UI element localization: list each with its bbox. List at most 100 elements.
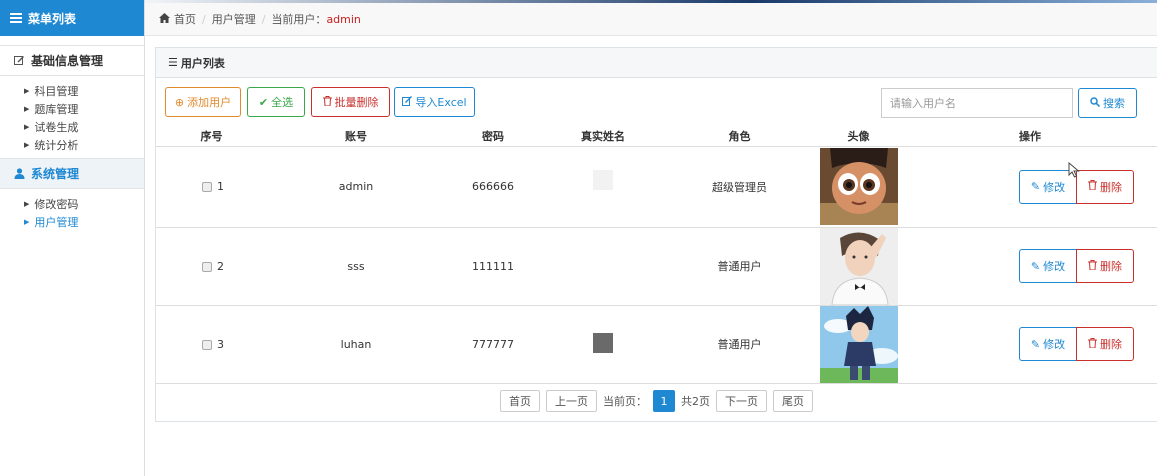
sidebar-list-system: ▶ 修改密码 ▶ 用户管理 (0, 189, 144, 235)
password-cell: 777777 (445, 305, 541, 384)
row-checkbox[interactable] (202, 261, 212, 272)
sidebar-item-label: 用户管理 (34, 216, 79, 229)
user-table: 序号 账号 密码 真实姓名 角色 头像 操作 1 admin 666666 超级… (156, 126, 1157, 384)
edit-icon (13, 55, 25, 66)
row-checkbox[interactable] (202, 339, 212, 350)
sidebar-item-label: 试卷生成 (34, 121, 79, 134)
next-page-button[interactable]: 下一页 (716, 390, 767, 412)
sidebar-item-user-management[interactable]: ▶ 用户管理 (24, 213, 144, 231)
sidebar-title: 菜单列表 (28, 11, 77, 26)
column-header-number: 序号 (156, 126, 267, 147)
sidebar-item-label: 修改密码 (34, 198, 79, 211)
check-icon: ✔ (258, 95, 269, 109)
add-user-button[interactable]: ⊕ 添加用户 (165, 87, 241, 117)
row-number-cell: 1 (156, 146, 267, 228)
sidebar-group-basic-info[interactable]: 基础信息管理 (0, 45, 144, 76)
last-page-button[interactable]: 尾页 (773, 390, 813, 412)
breadcrumb: 首页 / 用户管理 / 当前用户： admin (145, 3, 1157, 36)
sidebar-item-statistics[interactable]: ▶ 统计分析 (24, 136, 144, 154)
username-search-input[interactable]: 请输入用户名 (881, 88, 1073, 118)
select-all-button[interactable]: ✔ 全选 (247, 87, 305, 117)
sidebar-group-label: 基础信息管理 (31, 54, 104, 68)
edit-label: 修改 (1043, 180, 1066, 194)
row-number-cell: 2 (156, 227, 267, 306)
table-row: 2 sss 111111 普通用户 ✎ 修改 删除 (156, 227, 1157, 306)
actions-cell: ✎ 修改 删除 (903, 305, 1157, 384)
delete-button[interactable]: 删除 (1076, 169, 1134, 204)
list-icon: ☰ (168, 56, 178, 69)
sidebar-item-change-password[interactable]: ▶ 修改密码 (24, 195, 144, 213)
trash-icon (322, 95, 332, 109)
add-user-label: 添加用户 (187, 96, 232, 109)
first-page-button[interactable]: 首页 (500, 390, 540, 412)
breadcrumb-current-prefix: 当前用户： (271, 13, 327, 26)
sidebar-item-question-bank[interactable]: ▶ 题库管理 (24, 100, 144, 118)
batch-delete-label: 批量删除 (334, 96, 379, 109)
import-excel-button[interactable]: 导入Excel (394, 87, 475, 117)
trash-icon (1088, 337, 1097, 351)
current-page-number[interactable]: 1 (653, 390, 675, 412)
delete-label: 删除 (1100, 338, 1122, 351)
edit-button[interactable]: ✎ 修改 (1019, 327, 1077, 361)
search-button[interactable]: 搜索 (1078, 88, 1137, 118)
sidebar-item-exam-generate[interactable]: ▶ 试卷生成 (24, 118, 144, 136)
batch-delete-button[interactable]: 批量删除 (311, 87, 390, 117)
edit-label: 修改 (1043, 260, 1066, 273)
breadcrumb-section[interactable]: 用户管理 (212, 11, 256, 27)
edit-label: 修改 (1043, 338, 1066, 351)
row-number: 1 (217, 180, 224, 193)
prev-page-button[interactable]: 上一页 (546, 390, 597, 412)
table-row: 1 admin 666666 超级管理员 ✎ 修改 删除 (156, 146, 1157, 228)
column-header-real-name: 真实姓名 (541, 126, 665, 147)
sidebar-group-system[interactable]: 系统管理 (0, 158, 144, 189)
breadcrumb-home[interactable]: 首页 (174, 11, 196, 27)
sidebar-list-basic: ▶ 科目管理 ▶ 题库管理 ▶ 试卷生成 ▶ 统计分析 (0, 76, 144, 158)
trash-icon (1088, 180, 1097, 193)
row-number-cell: 3 (156, 305, 267, 384)
home-icon (159, 12, 170, 26)
search-placeholder: 请输入用户名 (890, 97, 956, 110)
edit-icon: ✎ (1030, 259, 1041, 273)
delete-button[interactable]: 删除 (1076, 327, 1134, 361)
avatar-cell (814, 146, 903, 228)
breadcrumb-separator: / (261, 12, 266, 26)
delete-label: 删除 (1100, 180, 1122, 194)
row-number: 3 (217, 337, 224, 351)
actions-cell: ✎ 修改 删除 (903, 227, 1157, 306)
role-cell: 普通用户 (665, 305, 814, 384)
toolbar: ⊕ 添加用户 ✔ 全选 批量删除 导入Excel 请输入用户名 搜索 (156, 78, 1157, 125)
account-cell: sss (267, 227, 445, 306)
caret-right-icon: ▶ (24, 141, 30, 149)
search-label: 搜索 (1103, 97, 1125, 110)
edit-button[interactable]: ✎ 修改 (1019, 249, 1077, 283)
column-header-avatar: 头像 (814, 126, 903, 147)
sidebar: 菜单列表 基础信息管理 ▶ 科目管理 ▶ 题库管理 ▶ 试卷生成 ▶ 统计分析 系统管理… (0, 0, 145, 476)
select-all-label: 全选 (271, 96, 294, 109)
real-name-cell (541, 305, 665, 384)
password-cell: 666666 (445, 146, 541, 228)
delete-button[interactable]: 删除 (1076, 249, 1134, 283)
real-name-image (593, 332, 613, 353)
mouse-cursor-icon (1068, 162, 1080, 178)
edit-icon: ✎ (1030, 180, 1041, 193)
sidebar-item-subjects[interactable]: ▶ 科目管理 (24, 82, 144, 100)
breadcrumb-separator: / (202, 12, 206, 26)
delete-label: 删除 (1100, 260, 1122, 273)
role-cell: 超级管理员 (665, 146, 814, 228)
total-pages: 共2页 (681, 395, 710, 408)
search-icon (1090, 96, 1101, 110)
sidebar-header: 菜单列表 (0, 0, 144, 36)
role-cell: 普通用户 (665, 227, 814, 306)
column-header-password: 密码 (445, 126, 541, 147)
actions-cell: ✎ 修改 删除 (903, 146, 1157, 228)
avatar-cell (814, 227, 903, 306)
sidebar-item-label: 题库管理 (34, 103, 79, 116)
row-checkbox[interactable] (202, 182, 212, 192)
sidebar-item-label: 统计分析 (34, 139, 79, 152)
anime-boy-avatar (819, 305, 898, 383)
caret-right-icon: ▶ (24, 105, 30, 113)
real-name-image (593, 170, 613, 190)
account-cell: admin (267, 146, 445, 228)
list-icon (10, 11, 22, 25)
user-icon (13, 168, 25, 179)
